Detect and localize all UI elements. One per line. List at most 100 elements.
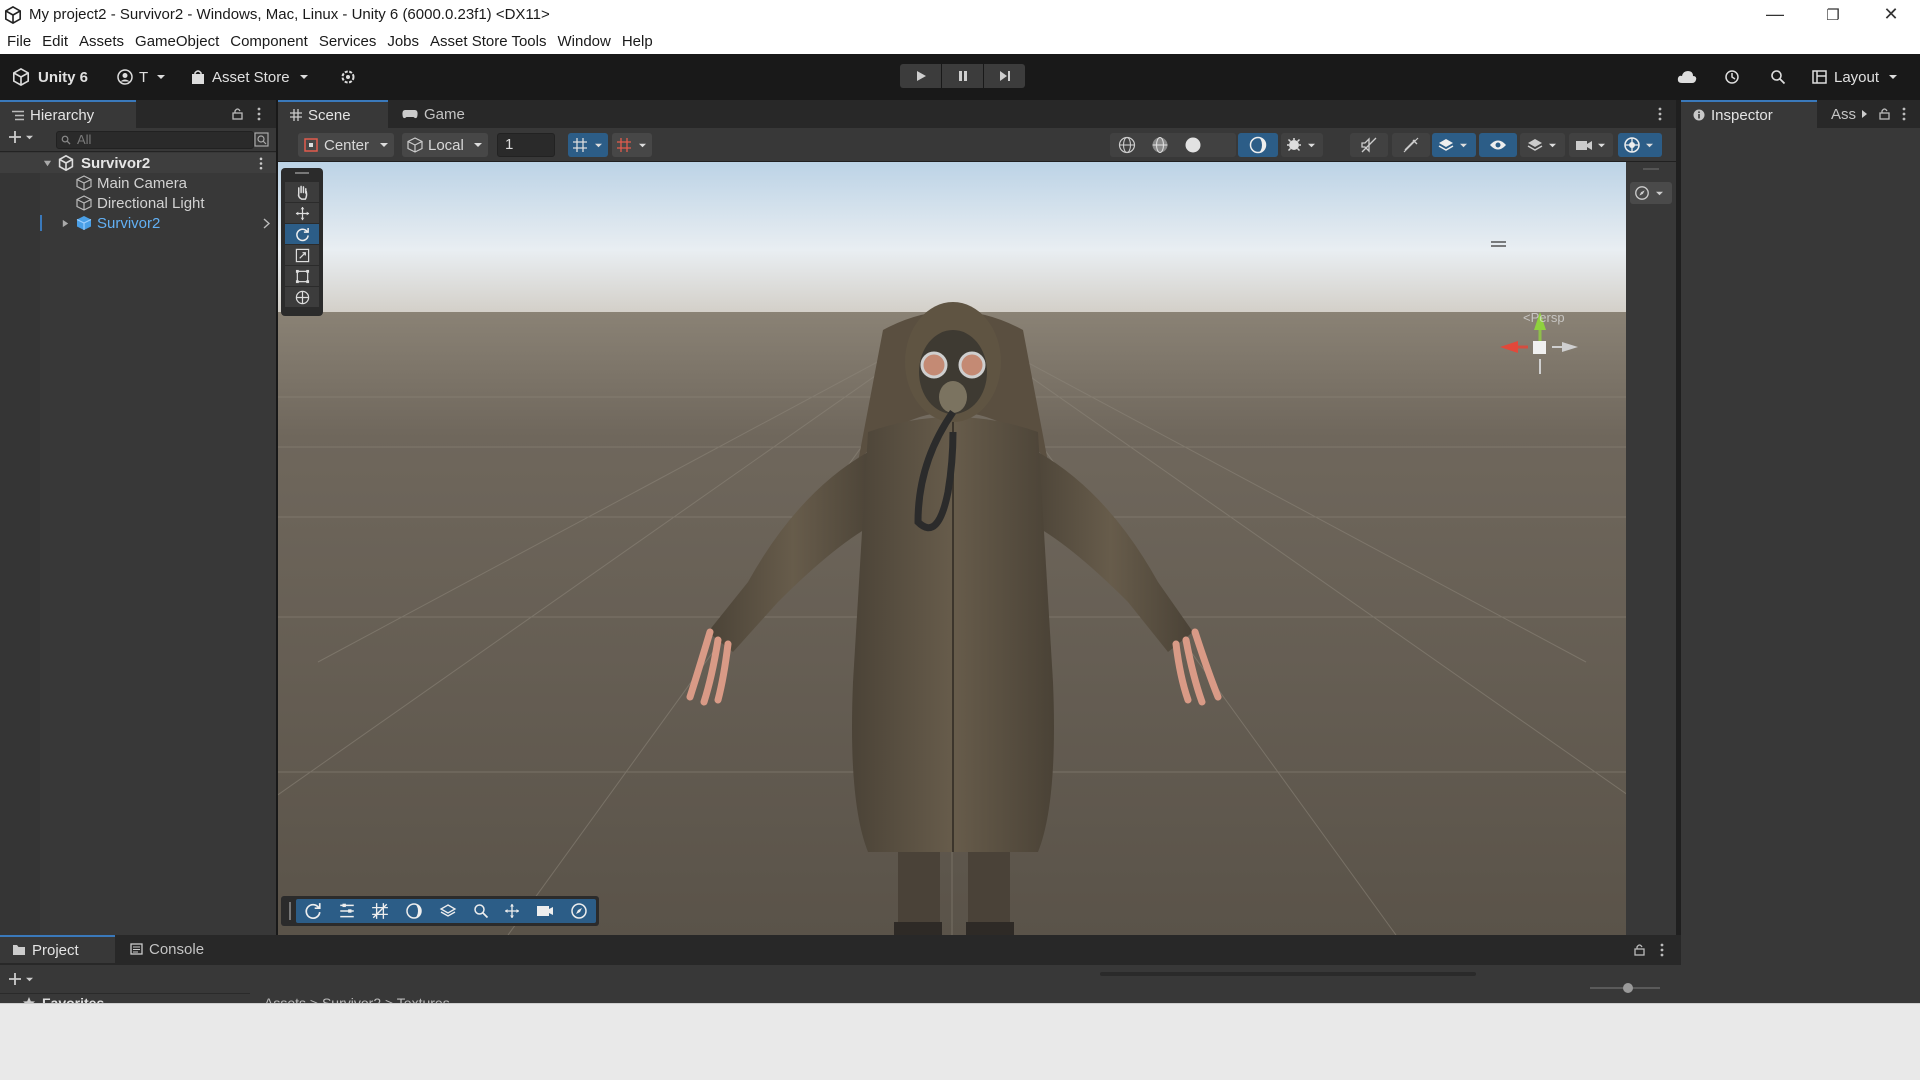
chevron-right-icon[interactable]: [1861, 109, 1868, 119]
icon-size-slider-thumb[interactable]: [1623, 983, 1633, 993]
kebab-menu-icon[interactable]: [1660, 943, 1664, 957]
menu-asset-store-tools[interactable]: Asset Store Tools: [426, 33, 553, 50]
camera-projection-label[interactable]: <Persp: [1523, 310, 1565, 325]
tab-console-label: Console: [149, 940, 205, 958]
scene-row[interactable]: Survivor2: [0, 153, 276, 173]
chevron-down-icon: [1646, 143, 1653, 147]
effects-toggle[interactable]: [1392, 133, 1430, 157]
project-search-input[interactable]: [1100, 972, 1476, 976]
window-title: My project2 - Survivor2 - Windows, Mac, …: [29, 6, 550, 23]
chevron-down-icon[interactable]: [43, 159, 52, 168]
lock-icon[interactable]: [232, 107, 243, 120]
maximize-button[interactable]: ❐: [1804, 0, 1862, 29]
transform-tool-button[interactable]: [285, 287, 319, 307]
list-item[interactable]: Main Camera: [0, 173, 276, 193]
tab-game[interactable]: Game: [390, 100, 480, 128]
menu-gameobject[interactable]: GameObject: [131, 33, 226, 50]
lit-mode-toggle[interactable]: [1238, 133, 1278, 157]
menu-file[interactable]: File: [3, 33, 38, 50]
menu-jobs[interactable]: Jobs: [383, 33, 426, 50]
rect-tool-button[interactable]: [285, 266, 319, 286]
menu-edit[interactable]: Edit: [38, 33, 75, 50]
account-dropdown[interactable]: T: [117, 65, 166, 89]
menu-help[interactable]: Help: [618, 33, 660, 50]
shaded-sphere-icon[interactable]: [1184, 136, 1202, 154]
pivot-rotation-dropdown[interactable]: Local: [402, 133, 488, 157]
move-arrows-icon[interactable]: [504, 903, 520, 919]
minimize-button[interactable]: —: [1746, 0, 1804, 29]
lock-icon[interactable]: [1634, 943, 1645, 956]
pivot-mode-dropdown[interactable]: Center: [298, 133, 394, 157]
menu-assets[interactable]: Assets: [75, 33, 131, 50]
lock-icon[interactable]: [1879, 107, 1890, 120]
history-icon: [1725, 70, 1739, 84]
audio-toggle[interactable]: [1350, 133, 1388, 157]
chevron-right-icon[interactable]: [61, 219, 70, 228]
compass-icon[interactable]: [570, 902, 588, 920]
debug-draw-dropdown[interactable]: [1281, 133, 1323, 157]
kebab-menu-icon[interactable]: [257, 107, 261, 121]
grid-snapping-toggle[interactable]: [612, 133, 652, 157]
move-tool-button[interactable]: [285, 203, 319, 223]
kebab-menu-icon[interactable]: [1658, 107, 1662, 121]
grid-snap-icon[interactable]: [371, 902, 389, 920]
wireframe-sphere-icon[interactable]: [1118, 136, 1136, 154]
playmode-controls: [900, 64, 1026, 88]
step-button[interactable]: [984, 64, 1025, 88]
hierarchy-search-input[interactable]: All: [56, 131, 254, 149]
grid-snap-field[interactable]: 1: [497, 133, 555, 157]
inspector-panel: Inspector Ass: [1681, 100, 1920, 1003]
search-icon[interactable]: [473, 903, 489, 919]
grid-visibility-toggle[interactable]: [568, 133, 608, 157]
pause-button[interactable]: [942, 64, 983, 88]
rotate-tool-button[interactable]: [285, 224, 319, 244]
menu-component[interactable]: Component: [226, 33, 315, 50]
undo-history-button[interactable]: [1724, 65, 1740, 89]
breadcrumb[interactable]: Assets > Survivor2 > Textures: [264, 995, 450, 1003]
project-create-dropdown[interactable]: [8, 972, 34, 986]
gameobject-cube-icon: [76, 175, 92, 191]
tab-scene[interactable]: Scene: [278, 100, 388, 128]
version-control-button[interactable]: [340, 65, 356, 89]
chevron-down-icon: [595, 143, 602, 147]
shaded-wireframe-icon[interactable]: [1151, 136, 1169, 154]
create-dropdown[interactable]: [8, 130, 34, 144]
rotate-icon[interactable]: [304, 902, 322, 920]
hand-tool-button[interactable]: [285, 182, 319, 202]
list-item[interactable]: Directional Light: [0, 193, 276, 213]
cloud-button[interactable]: [1677, 65, 1697, 89]
menu-services[interactable]: Services: [315, 33, 384, 50]
scene-visibility-dropdown[interactable]: [1432, 133, 1476, 157]
list-item[interactable]: Survivor2: [0, 213, 276, 233]
play-button[interactable]: [900, 64, 941, 88]
search-by-type-icon[interactable]: [254, 132, 269, 147]
scale-tool-button[interactable]: [285, 245, 319, 265]
tab-project[interactable]: Project: [0, 935, 115, 963]
menu-window[interactable]: Window: [553, 33, 617, 50]
close-button[interactable]: ✕: [1862, 0, 1920, 29]
camera-icon[interactable]: [536, 903, 554, 919]
chevron-right-icon[interactable]: [263, 217, 271, 229]
search-button[interactable]: [1770, 65, 1786, 89]
unity-account-menu[interactable]: Unity 6: [12, 65, 88, 89]
half-moon-icon[interactable]: [405, 902, 423, 920]
tab-inspector[interactable]: Inspector: [1681, 100, 1817, 128]
asset-store-dropdown[interactable]: Asset Store: [191, 65, 309, 89]
camera-mode-dropdown[interactable]: [1630, 182, 1672, 204]
tab-hierarchy[interactable]: Hierarchy: [0, 100, 136, 128]
layers-dropdown[interactable]: [1520, 133, 1565, 157]
camera-settings-dropdown[interactable]: [1569, 133, 1613, 157]
scene-viewport[interactable]: <Persp: [278, 162, 1626, 935]
kebab-menu-icon[interactable]: [259, 157, 263, 170]
gizmos-dropdown[interactable]: [1618, 133, 1662, 157]
tab-console[interactable]: Console: [118, 935, 218, 963]
layers-icon[interactable]: [439, 903, 457, 919]
align-settings-icon[interactable]: [338, 902, 356, 920]
scene-render[interactable]: [278, 162, 1626, 935]
snap-grid-icon: [617, 138, 631, 152]
hidden-objects-toggle[interactable]: [1479, 133, 1517, 157]
layout-dropdown[interactable]: Layout: [1812, 65, 1898, 89]
kebab-menu-icon[interactable]: [1902, 107, 1906, 121]
move-arrows-icon: [295, 206, 309, 220]
favorites-label[interactable]: Favorites: [42, 995, 104, 1003]
